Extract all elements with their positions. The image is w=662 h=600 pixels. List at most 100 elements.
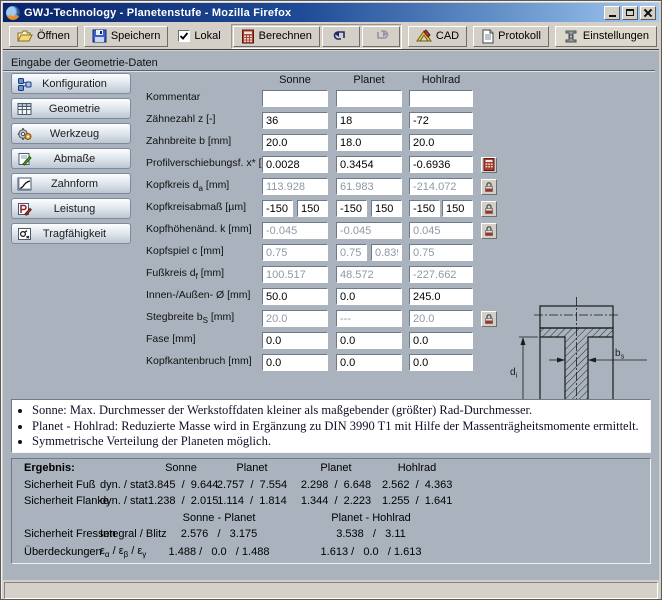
results-header: Sonne [148, 462, 214, 474]
maximize-icon [626, 9, 634, 16]
fusskreis-hohlrad-input[interactable] [409, 266, 473, 283]
fase-planet-input[interactable] [336, 332, 402, 349]
results-pair-header: Planet - Hohlrad [290, 512, 452, 524]
zahnbreite-hohlrad-input[interactable] [409, 134, 473, 151]
kopfkreis-planet-input[interactable] [336, 178, 402, 195]
fase-hohlrad-input[interactable] [409, 332, 473, 349]
fusskreis-sonne-input[interactable] [262, 266, 328, 283]
innenaussen-hohlrad-input[interactable] [409, 288, 473, 305]
kopfspiel-sonne-input[interactable] [262, 244, 328, 261]
diagram-bs-label: bs [615, 348, 625, 361]
kopfkreisabmass-sonne-max-input[interactable] [297, 200, 328, 217]
kopfkreisabmass-lock-button[interactable] [481, 201, 497, 217]
diagram-di-label: di [510, 367, 518, 380]
zahnbreite-planet-input[interactable] [336, 134, 402, 151]
firefox-icon [6, 6, 20, 20]
kopfhoehenaend-lock-button[interactable] [481, 223, 497, 239]
window-title: GWJ-Technology - Planetenstufe - Mozilla… [24, 7, 604, 19]
lock-icon [483, 181, 495, 193]
kopfkreis-hohlrad-input[interactable] [409, 178, 473, 195]
cad-button[interactable]: CAD [408, 26, 467, 47]
notes-panel: Sonne: Max. Durchmesser der Werkstoffdat… [11, 399, 651, 453]
settings-wrench-icon [563, 29, 579, 44]
lock-icon [483, 203, 495, 215]
page-title: Eingabe der Geometrie-Daten [11, 57, 158, 69]
kommentar-hohlrad-input[interactable] [409, 90, 473, 107]
document-icon [481, 29, 494, 44]
redo-button[interactable] [362, 26, 400, 47]
kopfkreisabmass-hohlrad-min-input[interactable] [409, 200, 440, 217]
field-label: Profilverschiebungsf. x* [-] [146, 157, 258, 171]
zaehnezahl-sonne-input[interactable] [262, 112, 328, 129]
results-pair-header: Sonne - Planet [148, 512, 290, 524]
lock-icon [483, 313, 495, 325]
row-zaehnezahl: Zähnezahl z [-] [3, 112, 659, 129]
field-label: Kopfspiel c [mm] [146, 245, 258, 259]
kommentar-sonne-input[interactable] [262, 90, 328, 107]
minimize-button[interactable] [604, 6, 620, 20]
kopfkantenbruch-hohlrad-input[interactable] [409, 354, 473, 371]
undo-button[interactable] [322, 26, 360, 47]
result-row-sublabel: dyn. / stat. [100, 479, 148, 491]
kopfhoehenaend-hohlrad-input[interactable] [409, 222, 473, 239]
close-button[interactable] [640, 6, 656, 20]
open-folder-icon [17, 29, 33, 43]
fase-sonne-input[interactable] [262, 332, 328, 349]
settings-button[interactable]: Einstellungen [555, 26, 657, 47]
calculator-icon [241, 29, 255, 44]
kommentar-planet-input[interactable] [336, 90, 402, 107]
fusskreis-planet-input[interactable] [336, 266, 402, 283]
lock-icon [483, 225, 495, 237]
field-label: Kopfkantenbruch [mm] [146, 355, 258, 369]
kopfkreis-sonne-input[interactable] [262, 178, 328, 195]
zaehnezahl-planet-input[interactable] [336, 112, 402, 129]
stegbreite-hohlrad-input[interactable] [409, 310, 473, 327]
field-label: Fußkreis df [mm] [146, 267, 258, 281]
innenaussen-sonne-input[interactable] [262, 288, 328, 305]
local-checkbox-group[interactable]: Lokal [174, 30, 224, 42]
cad-icon [416, 29, 432, 43]
zaehnezahl-hohlrad-input[interactable] [409, 112, 473, 129]
stegbreite-sonne-input[interactable] [262, 310, 328, 327]
innenaussen-planet-input[interactable] [336, 288, 402, 305]
row-kommentar: Kommentar [3, 90, 659, 107]
column-header-sonne: Sonne [262, 74, 328, 88]
field-label: Fase [mm] [146, 333, 258, 347]
kopfhoehenaend-planet-input[interactable] [336, 222, 402, 239]
kopfkantenbruch-sonne-input[interactable] [262, 354, 328, 371]
column-headers: Sonne Planet Hohlrad [3, 74, 659, 88]
kopfkreisabmass-hohlrad-max-input[interactable] [442, 200, 473, 217]
kopfkreisabmass-planet-max-input[interactable] [371, 200, 402, 217]
maximize-button[interactable] [622, 6, 638, 20]
profil-calculator-button[interactable] [481, 157, 497, 173]
protocol-button[interactable]: Protokoll [473, 26, 549, 47]
row-kopfspiel: Kopfspiel c [mm] [3, 244, 659, 261]
result-value: 1.238 / 2.015 [148, 495, 214, 507]
kopfhoehenaend-sonne-input[interactable] [262, 222, 328, 239]
kopfspiel-hohlrad-input[interactable] [409, 244, 473, 261]
kopfkantenbruch-planet-input[interactable] [336, 354, 402, 371]
kopfspiel-planet-input[interactable] [336, 244, 367, 261]
field-label: Zahnbreite b [mm] [146, 135, 258, 149]
results-title: Ergebnis: [24, 462, 100, 474]
row-profilverschiebung: Profilverschiebungsf. x* [-] [3, 156, 659, 173]
kopfkreis-lock-button[interactable] [481, 179, 497, 195]
kopfkreisabmass-planet-min-input[interactable] [336, 200, 367, 217]
kopfkreisabmass-sonne-min-input[interactable] [262, 200, 293, 217]
results-header: Planet [290, 462, 382, 474]
stegbreite-lock-button[interactable] [481, 311, 497, 327]
profil-hohlrad-input[interactable] [409, 156, 473, 173]
save-button[interactable]: Speichern [84, 26, 169, 47]
calculate-button[interactable]: Berechnen [233, 26, 320, 47]
result-row-sublabel-epsilon: εα / εβ / εγ [100, 545, 148, 559]
save-label: Speichern [111, 30, 161, 42]
zahnbreite-sonne-input[interactable] [262, 134, 328, 151]
profil-planet-input[interactable] [336, 156, 402, 173]
kopfspiel-planet2-input[interactable] [371, 244, 402, 261]
open-button[interactable]: Öffnen [9, 26, 78, 47]
toolbar: Öffnen Speichern Lokal Berechnen [3, 23, 659, 50]
local-checkbox[interactable] [178, 30, 190, 42]
stegbreite-planet-input[interactable] [336, 310, 402, 327]
minimize-icon [609, 15, 616, 17]
profil-sonne-input[interactable] [262, 156, 328, 173]
